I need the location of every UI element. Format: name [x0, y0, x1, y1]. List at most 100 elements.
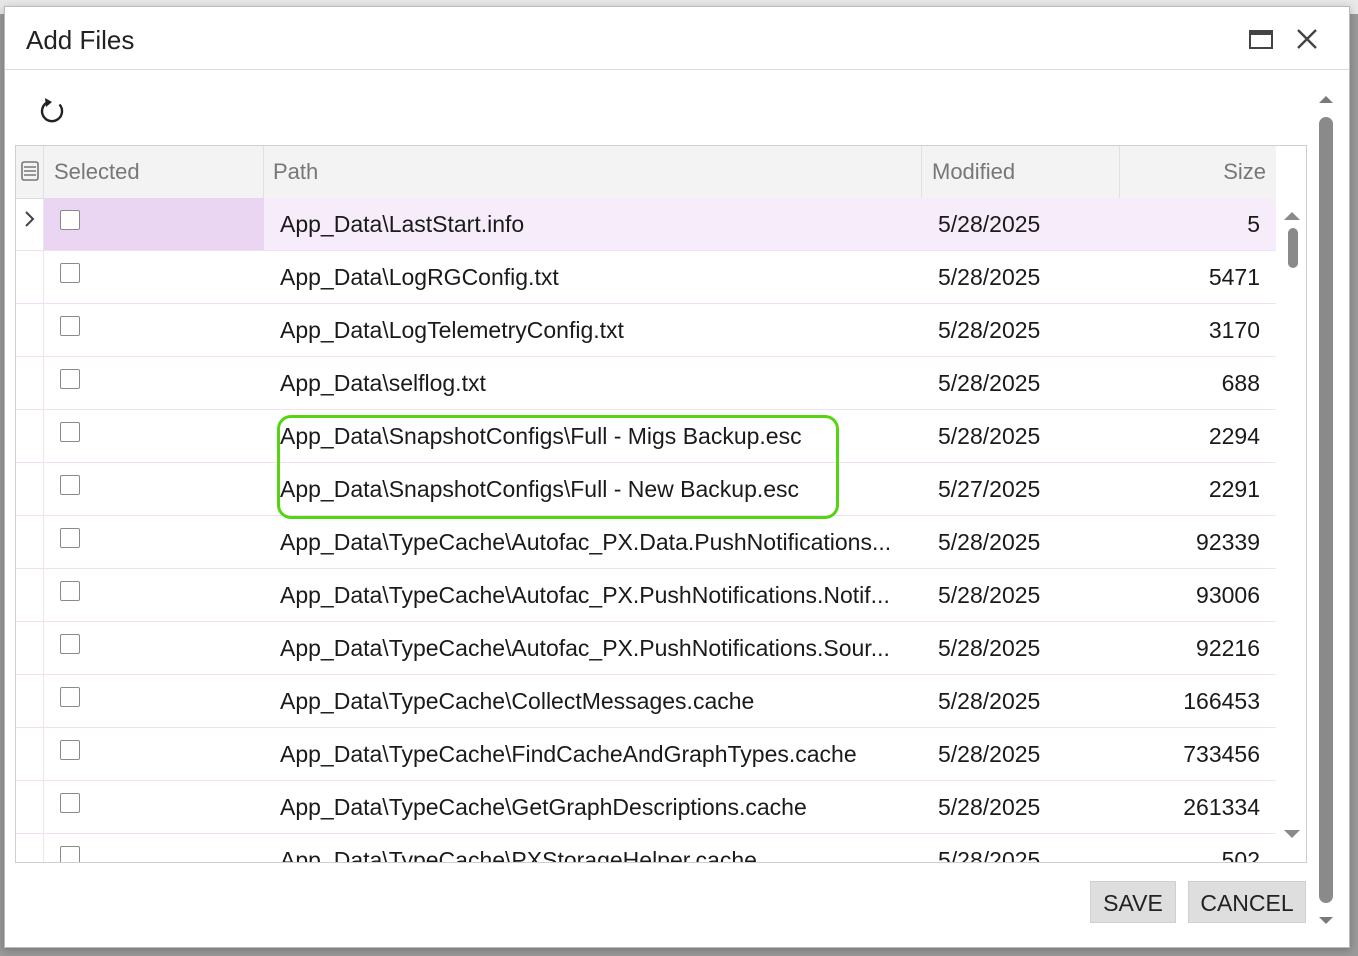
modified-cell: 5/28/2025: [938, 529, 1041, 555]
modified-cell: 5/28/2025: [938, 688, 1041, 714]
row-checkbox[interactable]: [60, 687, 80, 707]
size-cell: 5471: [1208, 264, 1260, 290]
selected-cell: [44, 410, 264, 462]
table-row[interactable]: App_Data\LogRGConfig.txt 5/28/2025 5471: [16, 251, 1276, 304]
selected-cell: [44, 834, 264, 862]
modified-cell: 5/28/2025: [938, 370, 1041, 396]
row-indicator: [16, 675, 44, 727]
size-cell: 93006: [1196, 582, 1260, 608]
path-cell: App_Data\selflog.txt: [280, 370, 486, 396]
path-cell: App_Data\SnapshotConfigs\Full - Migs Bac…: [280, 423, 802, 449]
table-row[interactable]: App_Data\SnapshotConfigs\Full - Migs Bac…: [16, 410, 1276, 463]
row-checkbox[interactable]: [60, 316, 80, 336]
table-row[interactable]: App_Data\LastStart.info 5/28/2025 5: [16, 198, 1276, 251]
size-cell: 2294: [1208, 423, 1260, 449]
row-indicator: [16, 516, 44, 568]
dialog-titlebar: Add Files: [5, 7, 1349, 70]
table-row[interactable]: App_Data\TypeCache\FindCacheAndGraphType…: [16, 728, 1276, 781]
path-cell: App_Data\LogRGConfig.txt: [280, 264, 559, 290]
path-cell: App_Data\TypeCache\PXStorageHelper.cache: [280, 847, 757, 863]
selected-cell: [44, 622, 264, 674]
selected-cell: [44, 516, 264, 568]
modified-cell: 5/28/2025: [938, 423, 1041, 449]
row-checkbox[interactable]: [60, 263, 80, 283]
size-cell: 166453: [1183, 688, 1260, 714]
column-header-size[interactable]: Size: [1120, 146, 1276, 198]
close-icon[interactable]: [1291, 23, 1323, 55]
row-indicator: [16, 357, 44, 409]
add-files-dialog: Add Files Selected Path Modified Size Ap…: [4, 6, 1350, 948]
size-cell: 688: [1221, 370, 1260, 396]
table-row[interactable]: App_Data\LogTelemetryConfig.txt 5/28/2025…: [16, 304, 1276, 357]
row-checkbox[interactable]: [60, 634, 80, 654]
path-cell: App_Data\LogTelemetryConfig.txt: [280, 317, 624, 343]
row-indicator: [16, 622, 44, 674]
modified-cell: 5/28/2025: [938, 741, 1041, 767]
path-cell: App_Data\LastStart.info: [264, 198, 922, 250]
modified-cell: 5/28/2025: [938, 794, 1041, 820]
size-cell: 92216: [1196, 635, 1260, 661]
row-indicator: [16, 834, 44, 862]
row-indicator: [16, 781, 44, 833]
modified-cell: 5/28/2025: [938, 317, 1041, 343]
table-row[interactable]: App_Data\SnapshotConfigs\Full - New Back…: [16, 463, 1276, 516]
row-checkbox[interactable]: [60, 793, 80, 813]
table-row[interactable]: App_Data\TypeCache\GetGraphDescriptions.…: [16, 781, 1276, 834]
save-button[interactable]: SAVE: [1090, 881, 1176, 923]
row-checkbox[interactable]: [60, 210, 80, 230]
grid-rows: App_Data\LastStart.info 5/28/2025 5 App_Dat…: [16, 198, 1276, 863]
modified-cell: 5/28/2025: [938, 582, 1041, 608]
table-row[interactable]: App_Data\TypeCache\CollectMessages.cache…: [16, 675, 1276, 728]
selected-cell: [44, 569, 264, 621]
modified-cell: 5/28/2025: [922, 198, 1120, 250]
table-row[interactable]: App_Data\TypeCache\PXStorageHelper.cache…: [16, 834, 1276, 863]
row-indicator: [16, 251, 44, 303]
selected-cell: [44, 304, 264, 356]
row-checkbox[interactable]: [60, 581, 80, 601]
files-grid: Selected Path Modified Size App_Data\Las…: [15, 145, 1307, 863]
grid-scrollbar[interactable]: [1278, 198, 1306, 862]
table-row[interactable]: App_Data\TypeCache\Autofac_PX.PushNotifi…: [16, 569, 1276, 622]
row-checkbox[interactable]: [60, 475, 80, 495]
selected-cell: [44, 781, 264, 833]
column-header-path[interactable]: Path: [264, 146, 922, 198]
size-cell: 502: [1221, 847, 1260, 863]
modified-cell: 5/28/2025: [938, 847, 1041, 863]
row-indicator: [16, 304, 44, 356]
row-checkbox[interactable]: [60, 528, 80, 548]
selected-cell: [44, 357, 264, 409]
maximize-icon[interactable]: [1245, 23, 1277, 55]
selected-cell: [44, 675, 264, 727]
selected-cell: [44, 728, 264, 780]
selected-cell: [44, 463, 264, 515]
column-header-selected[interactable]: Selected: [44, 146, 264, 198]
row-checkbox[interactable]: [60, 846, 80, 862]
size-cell: 92339: [1196, 529, 1260, 555]
row-indicator: [16, 728, 44, 780]
table-row[interactable]: App_Data\selflog.txt 5/28/2025 688: [16, 357, 1276, 410]
table-row[interactable]: App_Data\TypeCache\Autofac_PX.PushNotifi…: [16, 622, 1276, 675]
path-cell: App_Data\TypeCache\GetGraphDescriptions.…: [280, 794, 807, 820]
size-cell: 733456: [1183, 741, 1260, 767]
path-cell: App_Data\SnapshotConfigs\Full - New Back…: [280, 476, 800, 502]
selected-cell: [44, 198, 264, 250]
column-config-icon[interactable]: [16, 146, 44, 198]
modified-cell: 5/28/2025: [938, 264, 1041, 290]
row-indicator: [16, 198, 44, 250]
selected-cell: [44, 251, 264, 303]
row-checkbox[interactable]: [60, 422, 80, 442]
dialog-scrollbar[interactable]: [1311, 85, 1341, 945]
row-checkbox[interactable]: [60, 740, 80, 760]
size-cell: 3170: [1208, 317, 1260, 343]
column-header-modified[interactable]: Modified: [922, 146, 1120, 198]
table-row[interactable]: App_Data\TypeCache\Autofac_PX.Data.PushN…: [16, 516, 1276, 569]
path-cell: App_Data\TypeCache\FindCacheAndGraphType…: [280, 741, 857, 767]
cancel-button[interactable]: CANCEL: [1188, 881, 1306, 923]
row-checkbox[interactable]: [60, 369, 80, 389]
modified-cell: 5/27/2025: [938, 476, 1041, 502]
path-cell: App_Data\TypeCache\Autofac_PX.PushNotifi…: [280, 635, 890, 661]
path-cell: App_Data\TypeCache\CollectMessages.cache: [280, 688, 755, 714]
refresh-icon[interactable]: [35, 93, 71, 129]
row-indicator: [16, 410, 44, 462]
row-indicator: [16, 569, 44, 621]
